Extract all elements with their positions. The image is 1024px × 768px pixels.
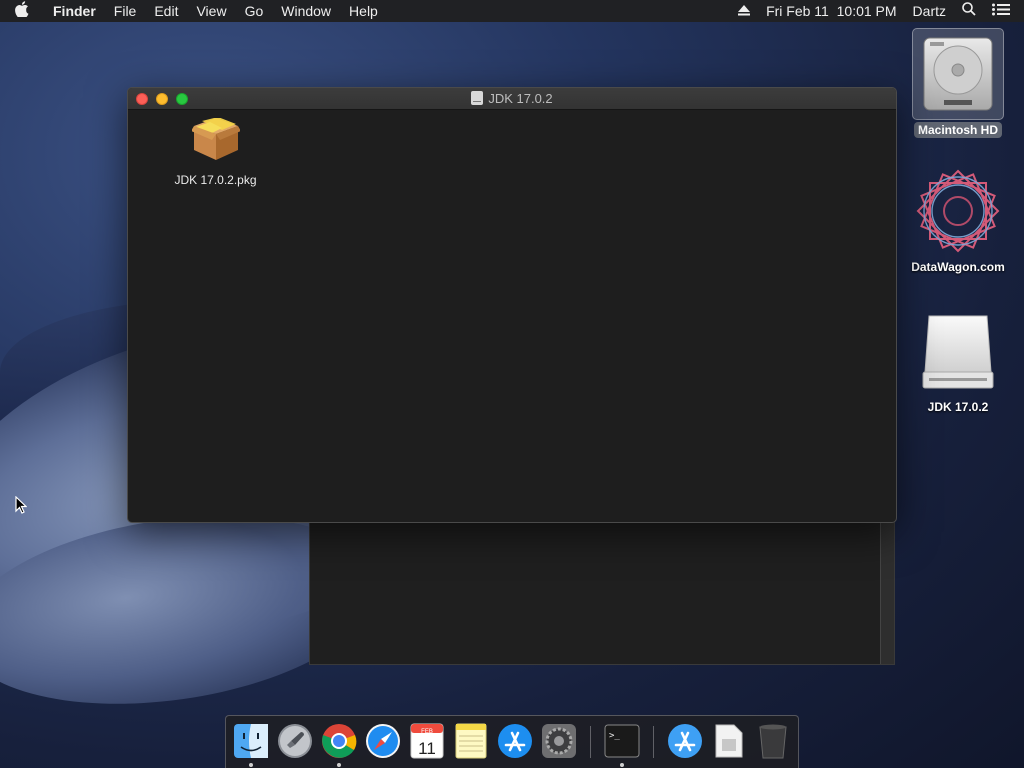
mounted-disk-image-icon [912,305,1004,397]
datawagon-logo-icon [912,165,1004,257]
finder-window[interactable]: JDK 17.0.2 JDK 17.0.2.pkg [127,87,897,523]
menu-view[interactable]: View [187,0,235,22]
dock-terminal[interactable]: >_ [603,722,641,767]
notification-center-icon[interactable] [984,0,1024,22]
apple-menu-icon[interactable] [0,1,44,21]
desktop-icon-datawagon[interactable]: DataWagon.com [903,165,1013,276]
dock-trash[interactable] [754,722,792,760]
dock-app-store[interactable] [496,722,534,760]
desktop-icon-label: Macintosh HD [913,122,1002,138]
dock-downloads-stack[interactable] [710,722,748,760]
scrollbar[interactable] [880,522,894,664]
window-titlebar[interactable]: JDK 17.0.2 [128,88,896,110]
menu-bar: Finder File Edit View Go Window Help Fri… [0,0,1024,22]
desktop-icon-label: JDK 17.0.2 [927,400,989,414]
dock-calendar[interactable]: FEB 11 [408,722,446,760]
calendar-day: 11 [418,739,436,758]
menu-user[interactable]: Dartz [905,0,954,22]
menu-window[interactable]: Window [272,0,340,22]
spotlight-search-icon[interactable] [954,0,984,22]
dock-applications-folder[interactable] [666,722,704,760]
menu-file[interactable]: File [105,0,146,22]
dock-notes[interactable] [452,722,490,760]
svg-text:>_: >_ [609,731,620,741]
menu-go[interactable]: Go [236,0,273,22]
disk-image-icon [471,91,484,105]
dock-safari[interactable] [364,722,402,760]
launchpad-rocket-icon [278,724,312,758]
running-indicator [249,763,253,767]
dock-system-preferences[interactable] [540,722,578,760]
window-title: JDK 17.0.2 [128,91,896,106]
app-store-icon [498,724,532,758]
dock-separator [590,726,591,758]
dock-finder[interactable] [232,722,270,767]
chrome-icon [322,724,357,758]
file-item-pkg[interactable]: JDK 17.0.2.pkg [168,117,263,187]
notes-icon [455,723,487,759]
dock-launchpad[interactable] [276,722,314,760]
dock-chrome[interactable] [320,722,358,767]
file-item-label: JDK 17.0.2.pkg [174,173,257,187]
desktop-icon-label: DataWagon.com [911,260,1005,274]
menu-edit[interactable]: Edit [145,0,187,22]
mouse-cursor [15,495,28,520]
document-stack-icon [715,724,743,758]
applications-folder-icon [668,724,702,758]
menu-app-name[interactable]: Finder [44,0,105,22]
dock-separator [653,726,654,758]
running-indicator [620,763,624,767]
hard-drive-icon [912,28,1004,120]
gear-icon [542,724,576,758]
background-window[interactable] [309,522,895,665]
menu-help[interactable]: Help [340,0,387,22]
desktop-icon-jdk-volume[interactable]: JDK 17.0.2 [903,305,1013,416]
trash-icon [759,724,787,759]
calendar-month: FEB [421,729,433,735]
eject-icon[interactable] [730,0,758,22]
window-title-text: JDK 17.0.2 [488,91,553,106]
safari-compass-icon [366,724,400,758]
menu-clock[interactable]: Fri Feb 11 10:01 PM [758,0,904,22]
desktop-icon-macintosh-hd[interactable]: Macintosh HD [903,28,1013,139]
running-indicator [337,763,341,767]
dock: FEB 11 >_ [225,715,799,768]
finder-icon [234,724,268,758]
package-installer-icon [190,117,241,166]
terminal-icon: >_ [604,724,640,758]
